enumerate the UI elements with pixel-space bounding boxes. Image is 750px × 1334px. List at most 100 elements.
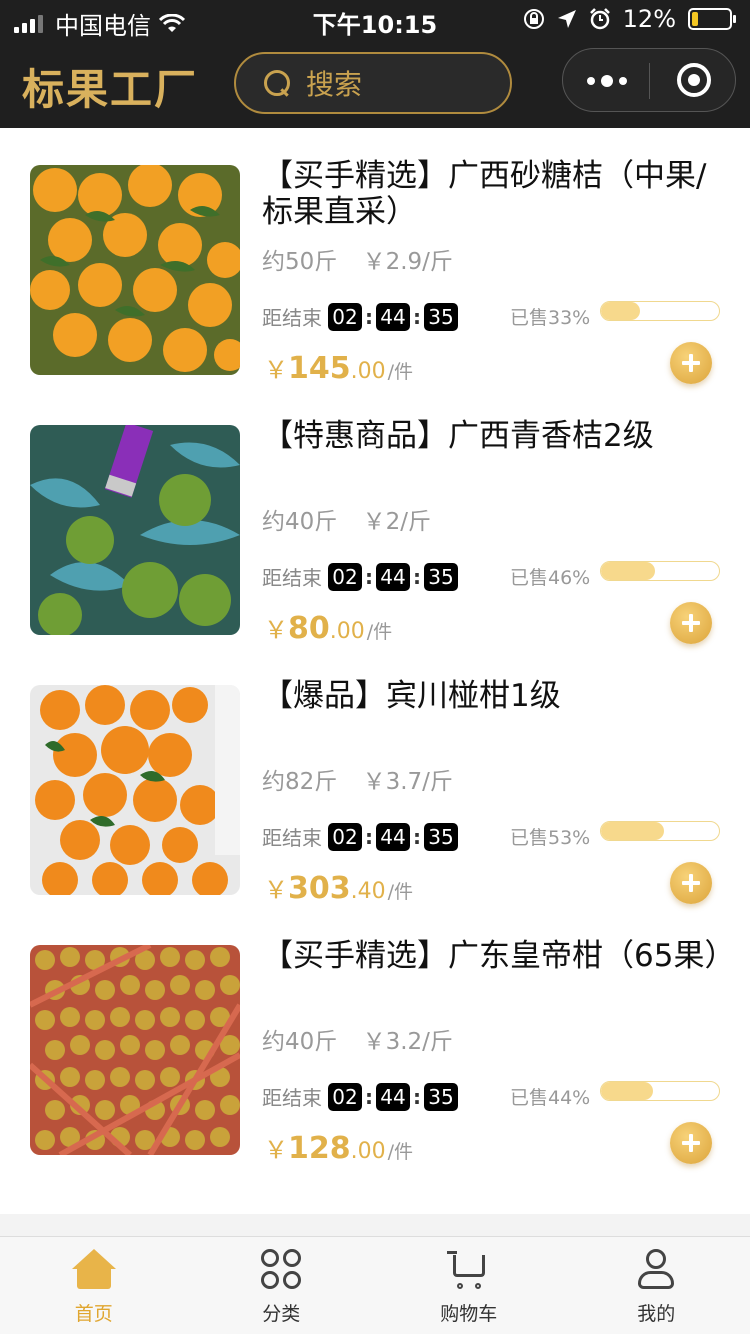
countdown-seconds: 35: [424, 1082, 458, 1111]
sold-percent: 已售44%: [510, 1087, 591, 1109]
countdown-colon: :: [365, 824, 373, 849]
product-title[interactable]: 【买手精选】广西砂糖桔（中果/标果直采）: [262, 158, 722, 230]
countdown-colon: :: [413, 304, 421, 329]
more-icon[interactable]: [587, 75, 627, 87]
sold-progress-bar: [600, 301, 720, 321]
status-right: 12%: [523, 5, 736, 33]
product-unit-price: ￥3.7/斤: [362, 769, 453, 795]
product-image[interactable]: [30, 685, 240, 895]
tab-profile[interactable]: 我的: [563, 1237, 750, 1334]
countdown-timer: 距结束 02 : 44 : 35: [262, 562, 458, 591]
countdown-seconds: 35: [424, 822, 458, 851]
product-price: ￥128.00/件: [264, 1131, 414, 1166]
product-unit-price: ￥3.2/斤: [362, 1029, 453, 1055]
product-price: ￥145.00/件: [264, 351, 414, 386]
countdown-minutes: 44: [376, 1082, 410, 1111]
product-card[interactable]: 【买手精选】广西砂糖桔（中果/标果直采） 约50斤 ￥2.9/斤 距结束 02 …: [0, 128, 750, 388]
countdown-hours: 02: [328, 1082, 362, 1111]
sold-percent: 已售33%: [510, 307, 591, 329]
countdown-seconds: 35: [424, 302, 458, 331]
countdown-colon: :: [413, 564, 421, 589]
product-image[interactable]: [30, 165, 240, 375]
product-weight: 约40斤: [262, 509, 338, 535]
tab-cart[interactable]: 购物车: [375, 1237, 563, 1334]
product-card[interactable]: 【买手精选】广东皇帝柑（65果） 约40斤 ￥3.2/斤 距结束 02 : 44…: [0, 908, 750, 1168]
tab-category[interactable]: 分类: [188, 1237, 376, 1334]
countdown-colon: :: [413, 824, 421, 849]
sold-progress-fill: [601, 302, 640, 320]
sold-progress-fill: [601, 1082, 653, 1100]
sold-progress-bar: [600, 561, 720, 581]
search-placeholder: 搜索: [306, 68, 363, 101]
countdown-colon: :: [413, 1084, 421, 1109]
product-title[interactable]: 【特惠商品】广西青香桔2级: [262, 418, 722, 454]
add-to-cart-button[interactable]: [670, 602, 712, 644]
nav-bar: 标果工厂 搜索: [0, 40, 750, 128]
cart-icon: [446, 1249, 491, 1293]
battery-percent: 12%: [622, 5, 676, 33]
sold-progress-bar: [600, 821, 720, 841]
product-spec: 约40斤 ￥2/斤: [262, 502, 449, 536]
close-miniapp-icon[interactable]: [677, 63, 711, 97]
top-bar: 中国电信 下午10:15 12% 标果工厂 搜索: [0, 0, 750, 128]
countdown-hours: 02: [328, 562, 362, 591]
countdown-label: 距结束: [262, 1086, 322, 1110]
product-weight: 约40斤: [262, 1029, 338, 1055]
product-unit-price: ￥2.9/斤: [362, 249, 453, 275]
search-icon: [262, 68, 292, 98]
countdown-timer: 距结束 02 : 44 : 35: [262, 1082, 458, 1111]
add-to-cart-button[interactable]: [670, 342, 712, 384]
list-end-divider: [0, 1214, 750, 1236]
product-price: ￥80.00/件: [264, 611, 393, 646]
tab-home-label: 首页: [74, 1303, 113, 1325]
countdown-timer: 距结束 02 : 44 : 35: [262, 822, 458, 851]
product-image[interactable]: [30, 945, 240, 1155]
product-unit-price: ￥2/斤: [362, 509, 431, 535]
product-image[interactable]: [30, 425, 240, 635]
location-icon: [557, 10, 576, 28]
product-weight: 约82斤: [262, 769, 338, 795]
product-card[interactable]: 【特惠商品】广西青香桔2级 约40斤 ￥2/斤 距结束 02 : 44 : 35…: [0, 388, 750, 648]
product-price: ￥303.40/件: [264, 871, 414, 906]
countdown-seconds: 35: [424, 562, 458, 591]
countdown-minutes: 44: [376, 822, 410, 851]
countdown-hours: 02: [328, 822, 362, 851]
countdown-timer: 距结束 02 : 44 : 35: [262, 302, 458, 331]
countdown-colon: :: [365, 564, 373, 589]
product-title[interactable]: 【买手精选】广东皇帝柑（65果）: [262, 938, 735, 974]
product-spec: 约50斤 ￥2.9/斤: [262, 242, 471, 276]
countdown-colon: :: [365, 1084, 373, 1109]
product-card[interactable]: 【爆品】宾川椪柑1级 约82斤 ￥3.7/斤 距结束 02 : 44 : 35 …: [0, 648, 750, 908]
product-weight: 约50斤: [262, 249, 338, 275]
search-input[interactable]: 搜索: [234, 52, 512, 114]
category-icon: [259, 1249, 303, 1293]
tab-cart-label: 购物车: [440, 1303, 498, 1325]
capsule-divider: [649, 63, 650, 99]
user-icon: [634, 1249, 678, 1293]
tab-profile-label: 我的: [637, 1303, 676, 1325]
tab-home[interactable]: 首页: [0, 1237, 188, 1334]
sold-progress-fill: [601, 822, 664, 840]
product-title[interactable]: 【爆品】宾川椪柑1级: [262, 678, 722, 714]
countdown-minutes: 44: [376, 562, 410, 591]
countdown-hours: 02: [328, 302, 362, 331]
sold-progress-fill: [601, 562, 656, 580]
countdown-label: 距结束: [262, 566, 322, 590]
product-spec: 约40斤 ￥3.2/斤: [262, 1022, 471, 1056]
product-list: 【买手精选】广西砂糖桔（中果/标果直采） 约50斤 ￥2.9/斤 距结束 02 …: [0, 128, 750, 1168]
tab-bar: 首页 分类 购物车 我的: [0, 1236, 750, 1334]
battery-icon: [688, 8, 736, 30]
countdown-colon: :: [365, 304, 373, 329]
sold-percent: 已售46%: [510, 567, 591, 589]
tab-category-label: 分类: [262, 1303, 301, 1325]
sold-progress-bar: [600, 1081, 720, 1101]
add-to-cart-button[interactable]: [670, 1122, 712, 1164]
alarm-icon: [589, 8, 610, 30]
status-bar: 中国电信 下午10:15 12%: [0, 0, 750, 40]
countdown-minutes: 44: [376, 302, 410, 331]
home-icon: [71, 1249, 116, 1293]
app-logo: 标果工厂: [22, 65, 199, 114]
sold-percent: 已售53%: [510, 827, 591, 849]
countdown-label: 距结束: [262, 306, 322, 330]
add-to-cart-button[interactable]: [670, 862, 712, 904]
